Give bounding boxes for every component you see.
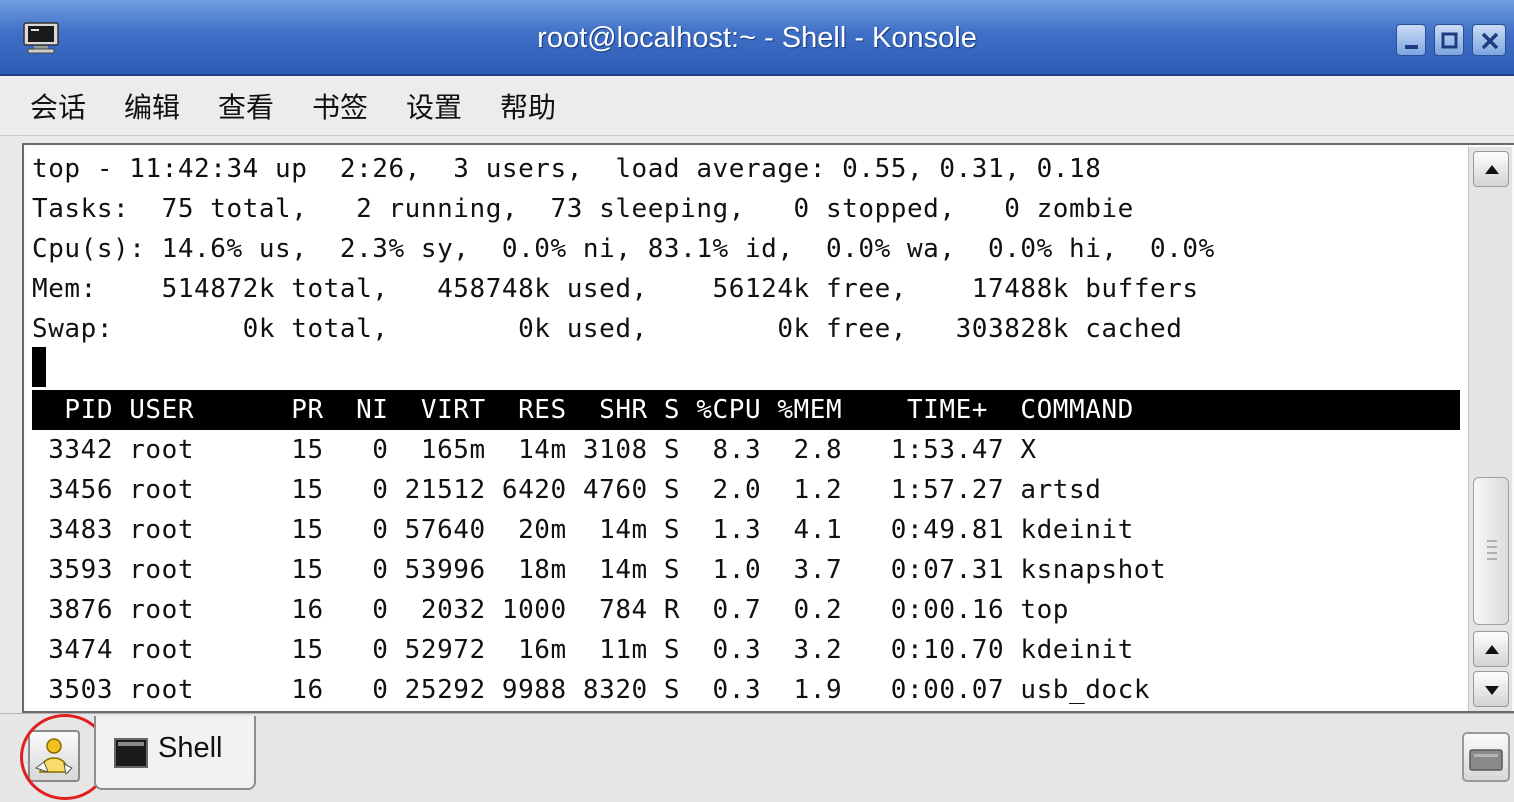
tab-shell[interactable]: Shell: [94, 716, 256, 790]
maximize-button[interactable]: [1434, 24, 1464, 56]
maximize-icon: [1441, 32, 1458, 49]
vertical-scrollbar[interactable]: [1468, 147, 1512, 711]
tab-label: Shell: [158, 732, 223, 764]
process-table-header: PID USER PR NI VIRT RES SHR S %CPU %MEM …: [32, 390, 1460, 430]
minimize-button[interactable]: [1396, 24, 1426, 56]
process-row: 3474 root 15 0 52972 16m 11m S 0.3 3.2 0…: [32, 635, 1134, 665]
terminal-output[interactable]: top - 11:42:34 up 2:26, 3 users, load av…: [26, 147, 1466, 711]
arrow-up-icon: [1485, 645, 1499, 654]
grip-line: [1487, 552, 1497, 554]
menu-edit[interactable]: 编辑: [124, 86, 180, 126]
scrollbar-thumb[interactable]: [1473, 477, 1509, 625]
scroll-up-button[interactable]: [1473, 151, 1509, 187]
window-title: root@localhost:~ - Shell - Konsole: [537, 22, 977, 54]
menu-bar: 会话 编辑 查看 书签 设置 帮助: [0, 76, 1514, 136]
menu-help[interactable]: 帮助: [500, 86, 556, 126]
new-session-button[interactable]: [28, 730, 80, 782]
grip-line: [1487, 558, 1497, 560]
scroll-down-button[interactable]: [1473, 671, 1509, 707]
menu-session[interactable]: 会话: [30, 86, 86, 126]
process-row: 3456 root 15 0 21512 6420 4760 S 2.0 1.2…: [32, 475, 1102, 505]
cpu-line: Cpu(s): 14.6% us, 2.3% sy, 0.0% ni, 83.1…: [32, 234, 1215, 264]
menu-view[interactable]: 查看: [218, 86, 274, 126]
arrow-down-icon: [1485, 686, 1499, 695]
process-row: 3483 root 15 0 57640 20m 14m S 1.3 4.1 0…: [32, 515, 1134, 545]
arrow-up-icon: [1485, 165, 1499, 174]
tasks-line: Tasks: 75 total, 2 running, 73 sleeping,…: [32, 194, 1134, 224]
process-row: 3876 root 16 0 2032 1000 784 R 0.7 0.2 0…: [32, 595, 1070, 625]
close-icon: [1481, 32, 1499, 50]
mem-line: Mem: 514872k total, 458748k used, 56124k…: [32, 274, 1199, 304]
grip-line: [1487, 540, 1497, 542]
grip-line: [1487, 546, 1497, 548]
uptime-line: top - 11:42:34 up 2:26, 3 users, load av…: [32, 154, 1102, 184]
session-tab-bar: Shell: [0, 713, 1514, 802]
process-row: 3342 root 15 0 165m 14m 3108 S 8.3 2.8 1…: [32, 435, 1037, 465]
close-button[interactable]: [1472, 24, 1506, 56]
terminal-icon: [114, 738, 148, 768]
process-row: 3503 root 16 0 25292 9988 8320 S 0.3 1.9…: [32, 675, 1151, 705]
text-cursor: [32, 347, 46, 387]
close-session-icon: [1469, 749, 1503, 771]
minimize-icon: [1405, 45, 1418, 49]
menu-bookmarks[interactable]: 书签: [312, 86, 368, 126]
swap-line: Swap: 0k total, 0k used, 0k free, 303828…: [32, 314, 1183, 344]
close-session-button[interactable]: [1462, 732, 1510, 782]
title-bar[interactable]: root@localhost:~ - Shell - Konsole: [0, 0, 1514, 76]
new-session-icon: [34, 738, 73, 776]
scroll-up-button-lower[interactable]: [1473, 631, 1509, 667]
process-row: 3593 root 15 0 53996 18m 14m S 1.0 3.7 0…: [32, 555, 1167, 585]
process-header-text: PID USER PR NI VIRT RES SHR S %CPU %MEM …: [32, 395, 1134, 425]
menu-settings[interactable]: 设置: [406, 86, 462, 126]
